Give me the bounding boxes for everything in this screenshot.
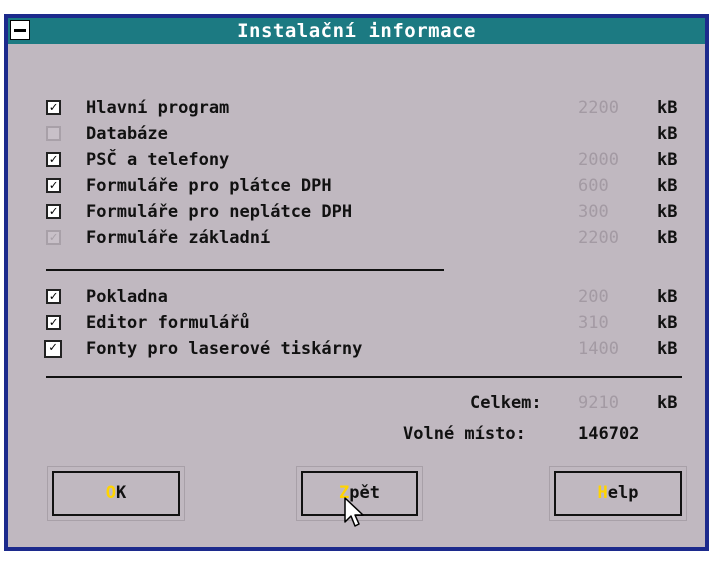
total-label: Celkem:	[470, 393, 542, 413]
free-space-label: Volné místo:	[403, 424, 526, 444]
total-unit: kB	[657, 393, 678, 413]
component-size: 200	[578, 287, 609, 307]
dialog-title: Instalační informace	[237, 20, 476, 42]
component-size: 1400	[578, 339, 619, 359]
ok-hotkey: O	[105, 483, 116, 503]
component-row[interactable]: Databáze kB	[8, 123, 705, 146]
help-button[interactable]: Help	[549, 466, 687, 521]
checkbox-checked-icon[interactable]: ✓	[46, 204, 61, 219]
component-row[interactable]: ✓ Formuláře pro neplátce DPH 300 kB	[8, 201, 705, 224]
title-bar: Instalační informace	[8, 18, 705, 44]
component-size: 2200	[578, 228, 619, 248]
help-hotkey: H	[597, 483, 608, 503]
component-row[interactable]: ✓ Fonty pro laserové tiskárny 1400 kB	[8, 338, 705, 361]
component-row[interactable]: ✓ Formuláře pro plátce DPH 600 kB	[8, 175, 705, 198]
component-unit: kB	[657, 228, 678, 248]
total-value: 9210	[578, 393, 619, 413]
summary-separator	[46, 376, 682, 378]
ok-button[interactable]: OK	[47, 466, 185, 521]
component-size: 310	[578, 313, 609, 333]
checkbox-checked-icon[interactable]: ✓	[44, 340, 62, 358]
component-unit: kB	[657, 176, 678, 196]
component-label: Pokladna	[86, 287, 168, 307]
component-row[interactable]: ✓ PSČ a telefony 2000 kB	[8, 149, 705, 172]
component-unit: kB	[657, 202, 678, 222]
component-unit: kB	[657, 98, 678, 118]
component-unit: kB	[657, 339, 678, 359]
component-row[interactable]: ✓ Hlavní program 2200 kB	[8, 97, 705, 120]
checkbox-checked-icon[interactable]: ✓	[46, 315, 61, 330]
component-label: PSČ a telefony	[86, 150, 230, 170]
component-row[interactable]: ✓ Editor formulářů 310 kB	[8, 312, 705, 335]
component-label: Formuláře pro neplátce DPH	[86, 202, 353, 222]
component-size: 600	[578, 176, 609, 196]
free-space-value: 146702	[578, 424, 640, 444]
installation-info-dialog: Instalační informace ✓ Hlavní program 2200…	[4, 14, 709, 551]
checkbox-checked-icon[interactable]: ✓	[46, 178, 61, 193]
checkbox-empty-icon[interactable]	[46, 126, 61, 141]
ok-label-rest: K	[116, 483, 127, 503]
component-unit: kB	[657, 150, 678, 170]
checkbox-checked-icon[interactable]: ✓	[46, 230, 61, 245]
arrow-cursor-icon	[344, 497, 364, 527]
component-size: 2000	[578, 150, 619, 170]
checkbox-checked-icon[interactable]: ✓	[46, 289, 61, 304]
component-unit: kB	[657, 313, 678, 333]
component-size: 300	[578, 202, 609, 222]
checkbox-checked-icon[interactable]: ✓	[46, 100, 61, 115]
group-separator	[46, 269, 444, 271]
component-unit: kB	[657, 124, 678, 144]
component-label: Hlavní program	[86, 98, 230, 118]
component-label: Editor formulářů	[86, 313, 250, 333]
system-menu-icon[interactable]	[10, 20, 30, 40]
component-label: Databáze	[86, 124, 168, 144]
checkbox-checked-icon[interactable]: ✓	[46, 152, 61, 167]
component-label: Formuláře základní	[86, 228, 271, 248]
component-size: 2200	[578, 98, 619, 118]
component-row[interactable]: ✓ Formuláře základní 2200 kB	[8, 227, 705, 250]
component-label: Formuláře pro plátce DPH	[86, 176, 332, 196]
component-unit: kB	[657, 287, 678, 307]
component-label: Fonty pro laserové tiskárny	[86, 339, 363, 359]
component-row[interactable]: ✓ Pokladna 200 kB	[8, 286, 705, 309]
help-label-rest: elp	[607, 483, 639, 503]
